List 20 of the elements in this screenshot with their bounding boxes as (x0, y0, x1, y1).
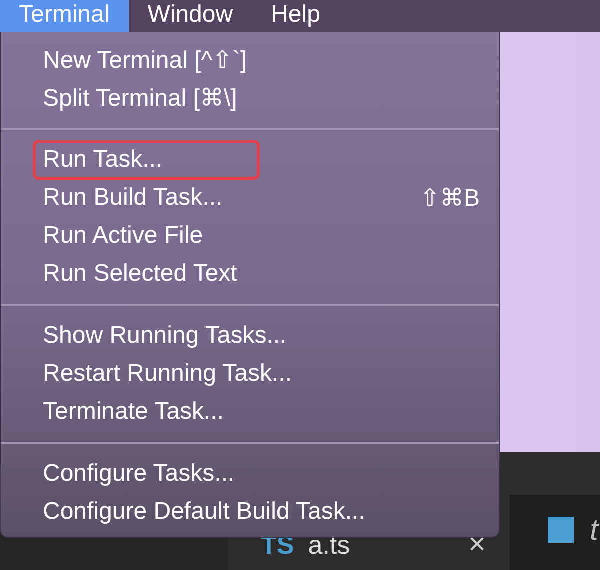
menu-item[interactable]: Show Running Tasks... (1, 317, 499, 355)
menu-item[interactable]: Run Build Task... ⇧⌘B (1, 179, 499, 217)
tab-label: a.ts (308, 531, 350, 559)
menu-item[interactable]: Run Selected Text (1, 255, 499, 293)
menu-item[interactable]: Configure Tasks... (1, 455, 499, 493)
menu-item[interactable]: Run Active File (1, 217, 499, 255)
menu-item[interactable]: Split Terminal [⌘\] (1, 79, 499, 117)
menu-item[interactable]: Configure Default Build Task... (1, 493, 499, 531)
file-icon (548, 517, 574, 543)
shortcut-label: ⇧⌘B (420, 184, 480, 212)
menu-bar-item[interactable]: Terminal (0, 0, 129, 32)
menu-item[interactable]: Run Task... (1, 141, 499, 179)
menu-item[interactable]: Terminate Task... (1, 393, 499, 431)
editor-tab[interactable]: t (510, 495, 600, 570)
menu-bar-item[interactable]: Window (128, 0, 252, 32)
close-button[interactable]: × (468, 531, 486, 559)
tab-label: t (590, 517, 598, 545)
menu-item[interactable]: New Terminal [^⇧`] (1, 41, 499, 79)
menu-bar-item[interactable]: Help (252, 0, 340, 32)
menu-item[interactable]: Restart Running Task... (1, 355, 499, 393)
